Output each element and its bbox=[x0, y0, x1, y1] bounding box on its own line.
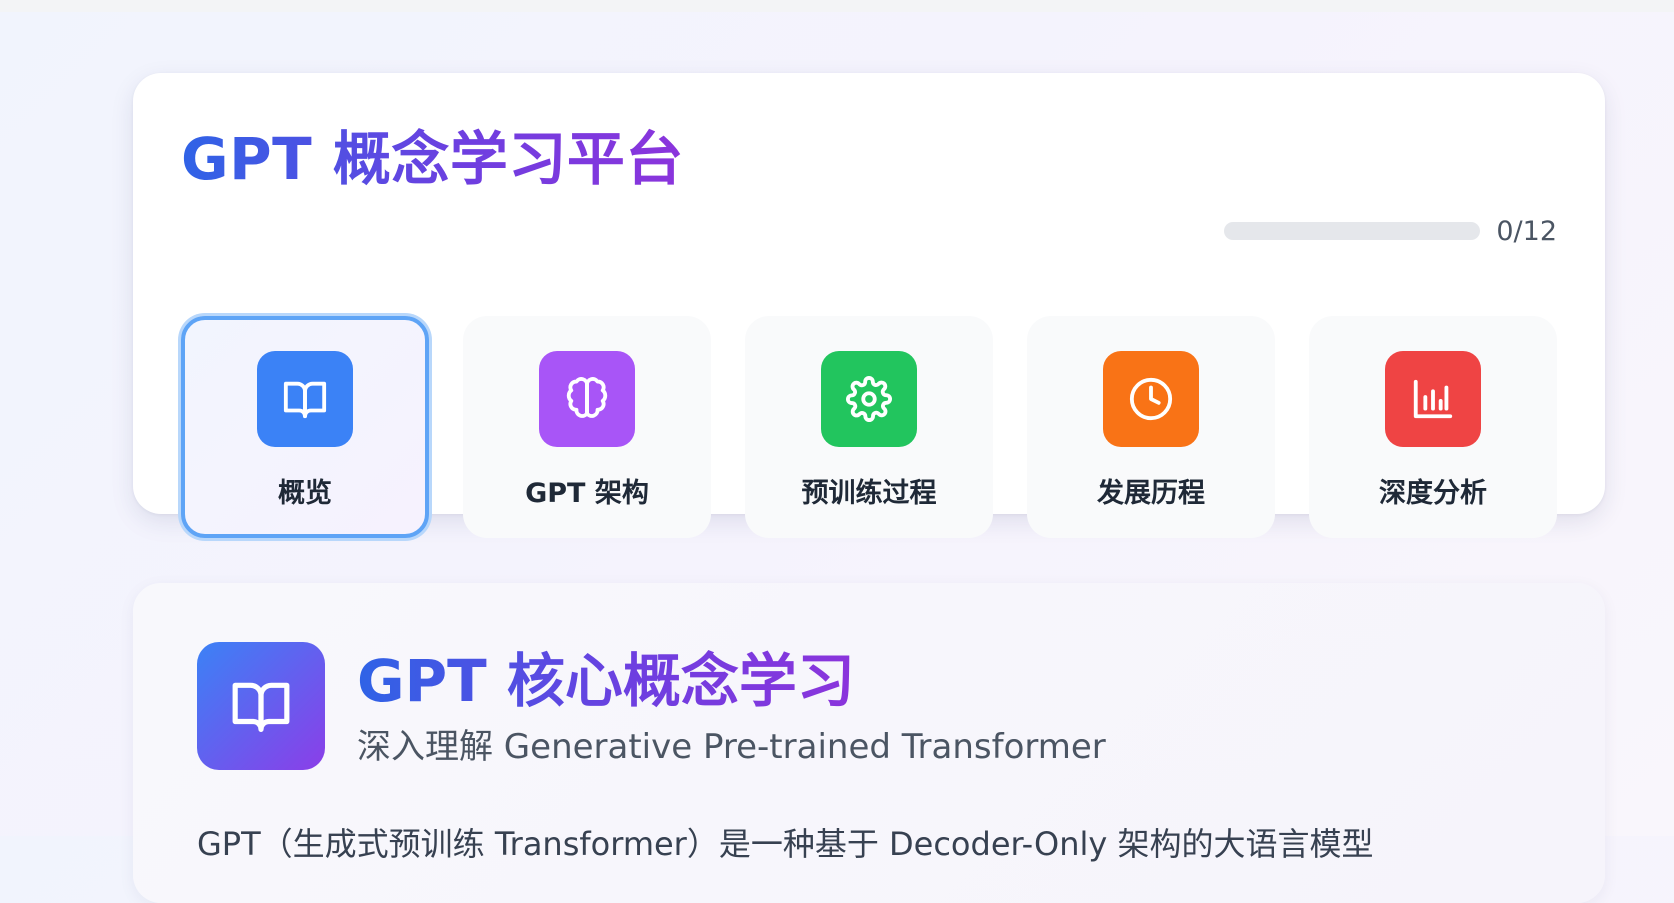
bar-chart-icon bbox=[1385, 351, 1481, 447]
nav-label: GPT 架构 bbox=[525, 478, 649, 509]
nav-label: 发展历程 bbox=[1097, 478, 1205, 509]
nav-item-overview[interactable]: 概览 bbox=[181, 316, 429, 538]
clock-icon bbox=[1103, 351, 1199, 447]
module-nav: 概览 GPT 架构 预训练过程 发展历程 深度分析 bbox=[181, 316, 1557, 538]
progress-bar bbox=[1224, 222, 1481, 240]
section-body: GPT（生成式预训练 Transformer）是一种基于 Decoder-Onl… bbox=[197, 825, 1374, 863]
nav-label: 深度分析 bbox=[1379, 478, 1487, 509]
nav-label: 预训练过程 bbox=[801, 478, 937, 509]
nav-label: 概览 bbox=[278, 478, 332, 509]
book-open-icon bbox=[257, 351, 353, 447]
nav-item-architecture[interactable]: GPT 架构 bbox=[463, 316, 711, 538]
nav-item-pretraining[interactable]: 预训练过程 bbox=[745, 316, 993, 538]
brain-icon bbox=[539, 351, 635, 447]
book-open-icon bbox=[197, 642, 325, 770]
overview-section: GPT 核心概念学习 深入理解 Generative Pre-trained T… bbox=[133, 583, 1605, 903]
nav-item-analysis[interactable]: 深度分析 bbox=[1309, 316, 1557, 538]
app-title: GPT 概念学习平台 bbox=[181, 125, 684, 193]
progress-count: 0/12 bbox=[1496, 215, 1557, 247]
browser-top-strip bbox=[0, 0, 1674, 12]
learning-progress: 0/12 bbox=[1224, 209, 1557, 253]
nav-item-history[interactable]: 发展历程 bbox=[1027, 316, 1275, 538]
header-card: GPT 概念学习平台 0/12 概览 GPT 架构 预训练过程 发展历程 深度分… bbox=[133, 73, 1605, 538]
section-title: GPT 核心概念学习 bbox=[357, 647, 855, 715]
gear-icon bbox=[821, 351, 917, 447]
section-subtitle: 深入理解 Generative Pre-trained Transformer bbox=[357, 727, 1106, 767]
